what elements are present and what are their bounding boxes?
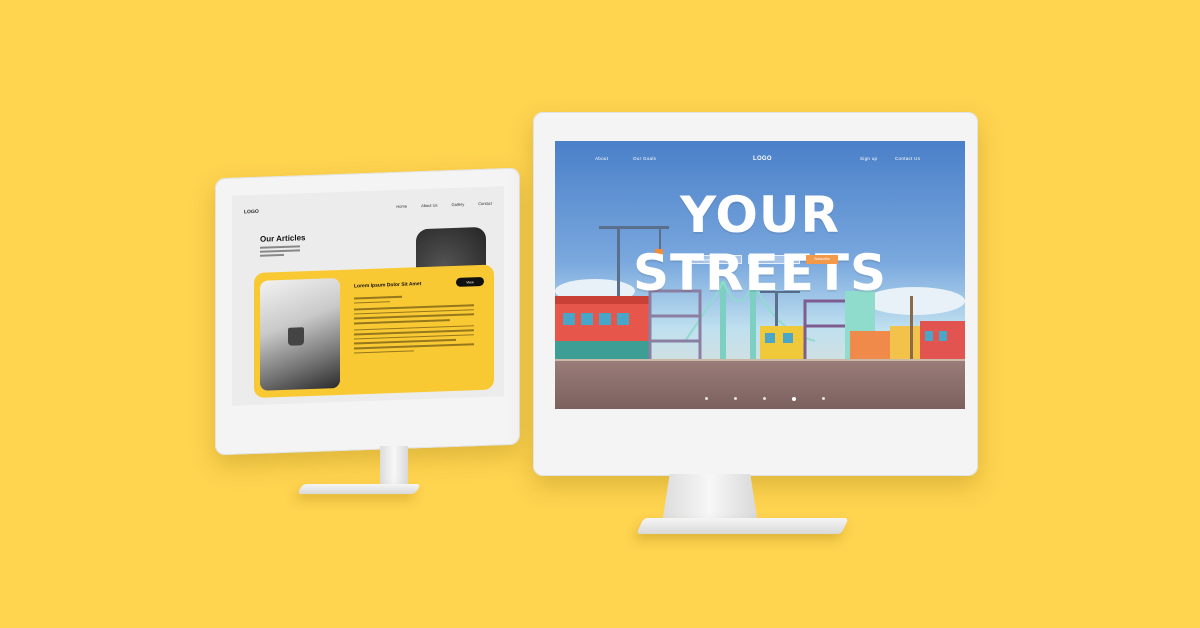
article-text-lines [354, 293, 474, 356]
left-menu: Home About Us Gallery Contact [396, 201, 492, 209]
left-menu-item[interactable]: Gallery [452, 202, 465, 207]
right-stand-base [636, 518, 849, 534]
slider-dot[interactable] [705, 397, 708, 400]
articles-heading: Our Articles [260, 233, 306, 244]
right-monitor: About Our Goals LOGO Sign up Contact Us [533, 112, 978, 476]
left-menu-item[interactable]: About Us [421, 203, 437, 209]
left-menu-item[interactable]: Home [396, 204, 407, 209]
name-field[interactable]: Your name [690, 255, 742, 264]
right-screen: About Our Goals LOGO Sign up Contact Us [555, 141, 965, 409]
article-card[interactable]: Lorem Ipsum Dolor Sit Amet View [254, 264, 494, 398]
subscribe-button[interactable]: Subscribe [806, 255, 838, 264]
article-title: Lorem Ipsum Dolor Sit Amet [354, 281, 422, 290]
article-view-button[interactable]: View [456, 276, 484, 287]
slider-dot[interactable] [822, 397, 825, 400]
heading-subtext-lines [260, 245, 300, 258]
left-monitor: LOGO Home About Us Gallery Contact Our A… [215, 167, 520, 456]
slider-dots [705, 397, 825, 401]
right-stand-neck [662, 474, 758, 524]
left-stand-base [297, 484, 421, 494]
left-nav: LOGO Home About Us Gallery Contact [244, 201, 492, 220]
slider-dot[interactable] [763, 397, 766, 400]
article-photo [260, 277, 340, 391]
road [555, 361, 965, 409]
mug-image [288, 327, 304, 346]
left-screen: LOGO Home About Us Gallery Contact Our A… [232, 186, 504, 406]
email-field[interactable]: Your email [748, 255, 800, 264]
subscribe-form: Your name Your email Subscribe [690, 255, 838, 264]
left-logo: LOGO [244, 208, 259, 216]
hero-title: YOUR STREETS [632, 186, 888, 302]
slider-dot[interactable] [734, 397, 737, 400]
left-menu-item[interactable]: Contact [478, 201, 492, 206]
slider-dot[interactable] [792, 397, 796, 401]
